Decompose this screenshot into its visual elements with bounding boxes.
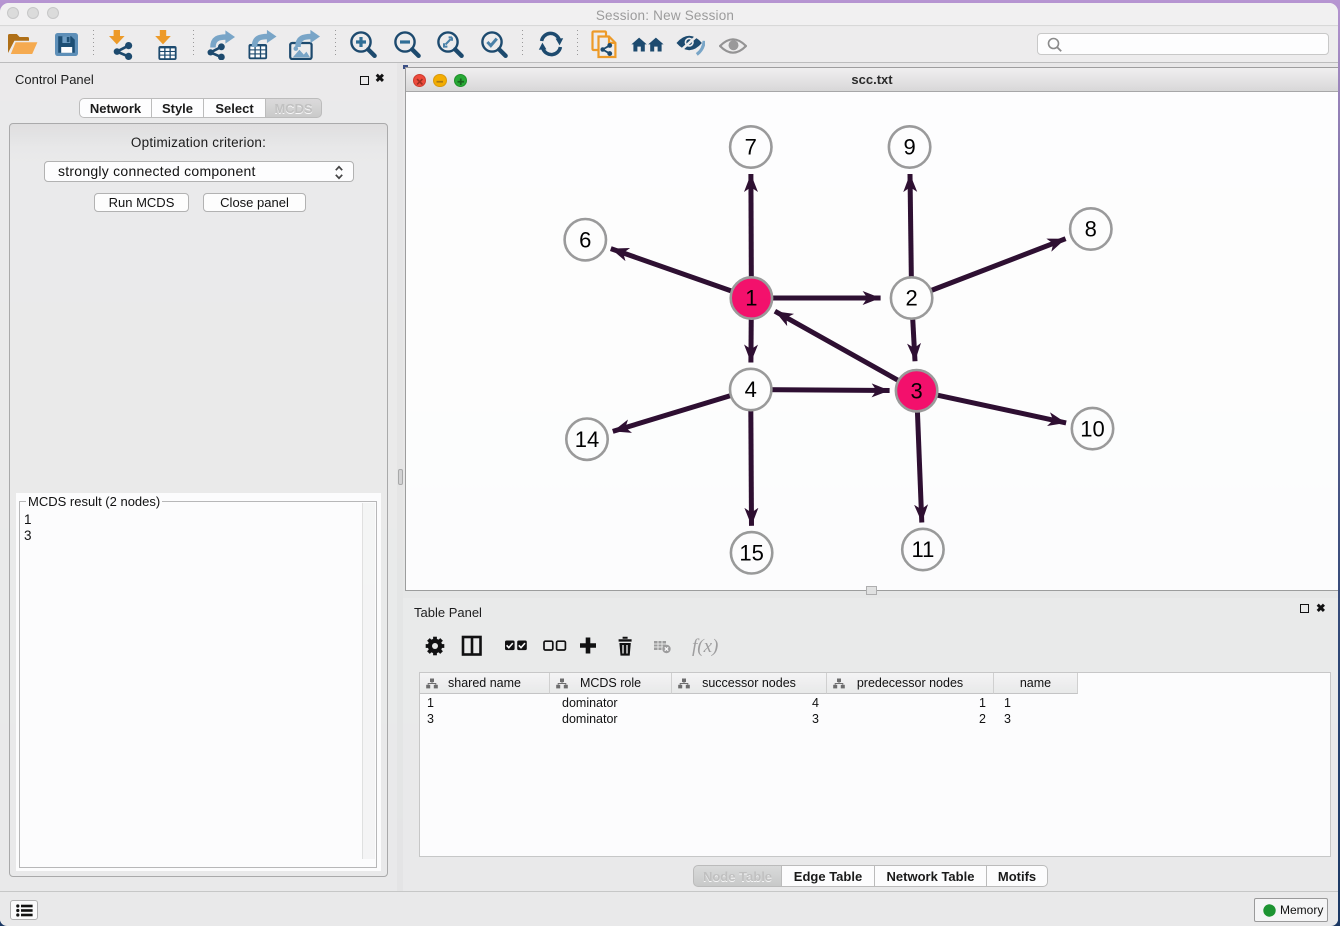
svg-text:14: 14 <box>575 427 599 452</box>
svg-text:1: 1 <box>745 286 757 311</box>
svg-text:10: 10 <box>1080 416 1104 441</box>
svg-text:15: 15 <box>739 541 763 566</box>
svg-text:8: 8 <box>1085 217 1097 242</box>
svg-text:11: 11 <box>911 537 934 562</box>
svg-text:6: 6 <box>579 227 591 252</box>
svg-text:f(x): f(x) <box>692 636 718 657</box>
svg-text:7: 7 <box>745 135 757 160</box>
svg-text:3: 3 <box>910 378 922 403</box>
svg-text:9: 9 <box>903 135 915 160</box>
svg-text:2: 2 <box>905 286 917 311</box>
svg-text:4: 4 <box>745 377 757 402</box>
